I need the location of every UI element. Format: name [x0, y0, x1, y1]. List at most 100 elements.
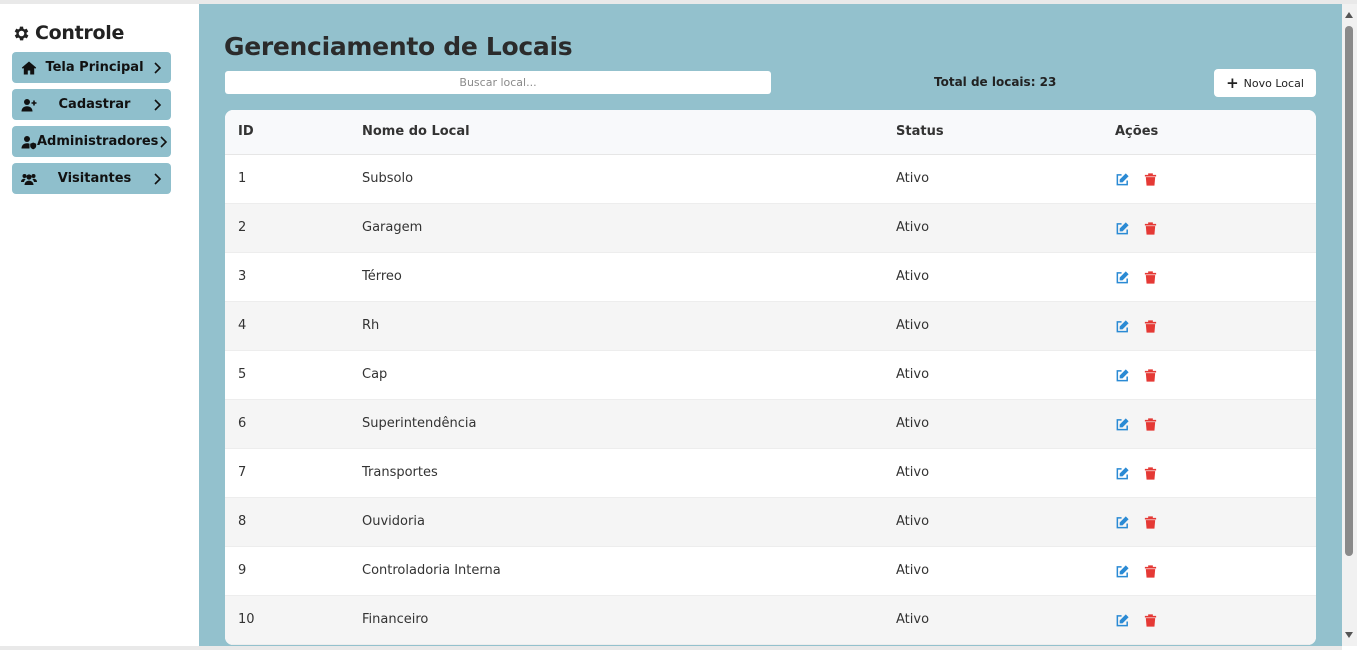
chevron-right-icon [154, 98, 162, 111]
chevron-right-icon [160, 135, 168, 148]
trash-icon[interactable] [1143, 515, 1158, 530]
cell-id: 5 [238, 367, 247, 382]
row-spacer [1167, 547, 1316, 595]
cell-name: Transportes [362, 465, 438, 480]
trash-icon[interactable] [1143, 368, 1158, 383]
cell-id: 6 [238, 416, 247, 431]
edit-icon[interactable] [1115, 564, 1130, 579]
cell-id: 9 [238, 563, 247, 578]
user-plus-icon [21, 98, 37, 111]
column-header-id[interactable]: ID [238, 110, 254, 154]
edit-icon[interactable] [1115, 417, 1130, 432]
total-count: Total de locais: 23 [934, 75, 1057, 89]
trash-icon[interactable] [1143, 466, 1158, 481]
edit-icon[interactable] [1115, 466, 1130, 481]
sidebar-item-label: Tela Principal [45, 60, 144, 75]
cell-id: 3 [238, 269, 247, 284]
cell-status: Ativo [896, 514, 930, 529]
page-title: Gerenciamento de Locais [224, 32, 573, 61]
table-row: 9 Controladoria Interna Ativo [225, 547, 1316, 596]
edit-icon[interactable] [1115, 613, 1130, 628]
cell-name: Ouvidoria [362, 514, 425, 529]
locais-table: ID Nome do Local Status Ações 1 Subsolo … [225, 110, 1316, 645]
table-row: 7 Transportes Ativo [225, 449, 1316, 498]
sidebar-item-cadastrar[interactable]: Cadastrar [12, 89, 171, 120]
edit-icon[interactable] [1115, 515, 1130, 530]
row-actions [1115, 351, 1158, 399]
table-row: 8 Ouvidoria Ativo [225, 498, 1316, 547]
row-actions [1115, 155, 1158, 203]
row-actions [1115, 596, 1158, 644]
table-row: 4 Rh Ativo [225, 302, 1316, 351]
table-row: 6 Superintendência Ativo [225, 400, 1316, 449]
new-local-button-label: Novo Local [1243, 76, 1304, 90]
scroll-up-arrow-icon[interactable] [1345, 12, 1353, 18]
scrollbar-thumb[interactable] [1345, 26, 1353, 556]
row-spacer [1167, 351, 1316, 399]
trash-icon[interactable] [1143, 221, 1158, 236]
cell-status: Ativo [896, 318, 930, 333]
cell-name: Térreo [362, 269, 402, 284]
trash-icon[interactable] [1143, 270, 1158, 285]
edit-icon[interactable] [1115, 319, 1130, 334]
sidebar-item-label: Administradores [37, 134, 159, 149]
chevron-right-icon [154, 61, 162, 74]
trash-icon[interactable] [1143, 172, 1158, 187]
cell-status: Ativo [896, 171, 930, 186]
plus-icon: + [1226, 73, 1239, 92]
edit-icon[interactable] [1115, 221, 1130, 236]
new-local-button[interactable]: + Novo Local [1214, 69, 1316, 97]
sidebar-item-tela-principal[interactable]: Tela Principal [12, 52, 171, 83]
row-actions [1115, 498, 1158, 546]
cell-status: Ativo [896, 465, 930, 480]
column-header-status[interactable]: Status [896, 110, 944, 154]
cell-id: 2 [238, 220, 247, 235]
cell-id: 4 [238, 318, 247, 333]
user-shield-icon [21, 135, 37, 149]
home-icon [21, 61, 37, 74]
chevron-right-icon [154, 172, 162, 185]
gear-icon [14, 26, 29, 40]
edit-icon[interactable] [1115, 270, 1130, 285]
cell-status: Ativo [896, 220, 930, 235]
users-icon [21, 173, 37, 185]
row-spacer [1167, 155, 1316, 203]
row-spacer [1167, 400, 1316, 448]
table-header: ID Nome do Local Status Ações [225, 110, 1316, 155]
table-body: 1 Subsolo Ativo 2 Garagem Ativo 3 Térreo… [225, 155, 1316, 645]
cell-name: Superintendência [362, 416, 477, 431]
trash-icon[interactable] [1143, 613, 1158, 628]
table-row: 3 Térreo Ativo [225, 253, 1316, 302]
sidebar-brand: Controle [12, 22, 124, 44]
row-actions [1115, 400, 1158, 448]
cell-id: 8 [238, 514, 247, 529]
cell-status: Ativo [896, 367, 930, 382]
trash-icon[interactable] [1143, 319, 1158, 334]
edit-icon[interactable] [1115, 172, 1130, 187]
sidebar-item-administradores[interactable]: Administradores [12, 126, 171, 157]
row-spacer [1167, 253, 1316, 301]
column-header-name[interactable]: Nome do Local [362, 110, 470, 154]
edit-icon[interactable] [1115, 368, 1130, 383]
sidebar: Controle Tela Principal Cadastrar Admini… [0, 4, 200, 646]
table-row: 5 Cap Ativo [225, 351, 1316, 400]
trash-icon[interactable] [1143, 564, 1158, 579]
cell-name: Subsolo [362, 171, 414, 186]
row-spacer [1167, 204, 1316, 252]
table-row: 10 Financeiro Ativo [225, 596, 1316, 645]
row-actions [1115, 253, 1158, 301]
sidebar-item-visitantes[interactable]: Visitantes [12, 163, 171, 194]
cell-name: Rh [362, 318, 380, 333]
trash-icon[interactable] [1143, 417, 1158, 432]
search-input[interactable] [225, 71, 771, 94]
cell-status: Ativo [896, 269, 930, 284]
column-header-actions: Ações [1115, 124, 1159, 139]
row-spacer [1167, 596, 1316, 644]
row-actions [1115, 547, 1158, 595]
table-row: 2 Garagem Ativo [225, 204, 1316, 253]
page-scrollbar[interactable] [1342, 4, 1357, 646]
scroll-down-arrow-icon[interactable] [1345, 632, 1353, 638]
cell-id: 7 [238, 465, 247, 480]
cell-status: Ativo [896, 416, 930, 431]
row-actions [1115, 302, 1158, 350]
